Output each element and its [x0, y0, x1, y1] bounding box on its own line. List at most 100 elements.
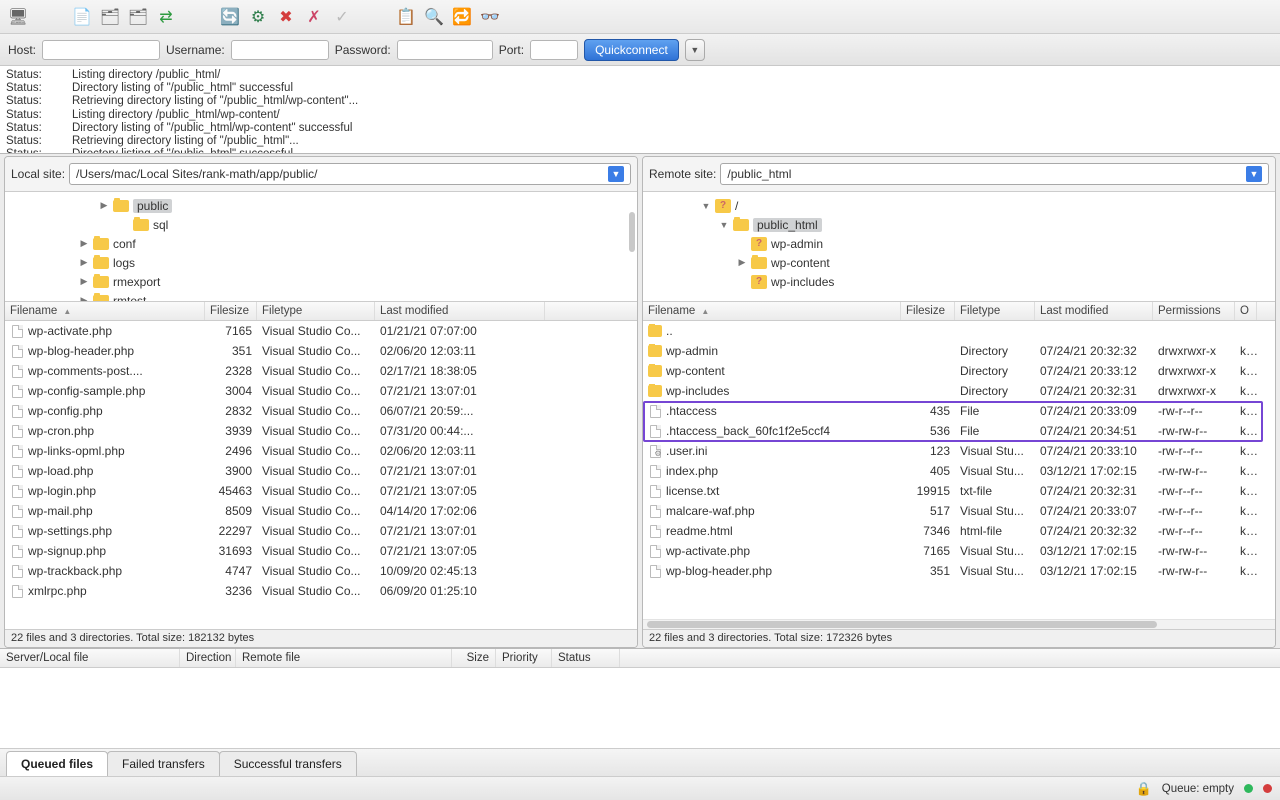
col-filesize[interactable]: Filesize: [901, 302, 955, 320]
tab-failed-transfers[interactable]: Failed transfers: [107, 751, 220, 776]
folder-sync-icon[interactable]: 🔁: [452, 7, 472, 27]
tab-queued-files[interactable]: Queued files: [6, 751, 108, 776]
file-row[interactable]: wp-signup.php31693Visual Studio Co...07/…: [5, 541, 637, 561]
password-input[interactable]: [397, 40, 493, 60]
file-row[interactable]: wp-adminDirectory07/24/21 20:32:32drwxrw…: [643, 341, 1275, 361]
queue-body[interactable]: [0, 668, 1280, 748]
host-input[interactable]: [42, 40, 160, 60]
tree-item[interactable]: ▶rmtest: [5, 291, 637, 302]
file-row[interactable]: wp-activate.php7165Visual Stu...03/12/21…: [643, 541, 1275, 561]
local-file-rows[interactable]: wp-activate.php7165Visual Studio Co...01…: [5, 321, 637, 629]
col-filesize[interactable]: Filesize: [205, 302, 257, 320]
disclosure-triangle-icon[interactable]: ▶: [737, 257, 747, 268]
file-row[interactable]: license.txt19915txt-file07/24/21 20:32:3…: [643, 481, 1275, 501]
disclosure-triangle-icon[interactable]: ▶: [79, 276, 89, 287]
file-row[interactable]: wp-blog-header.php351Visual Stu...03/12/…: [643, 561, 1275, 581]
file-row[interactable]: .htaccess435File07/24/21 20:33:09-rw-r--…: [643, 401, 1275, 421]
file-row[interactable]: wp-activate.php7165Visual Studio Co...01…: [5, 321, 637, 341]
file-row[interactable]: index.php405Visual Stu...03/12/21 17:02:…: [643, 461, 1275, 481]
message-log[interactable]: Status:Listing directory /public_html/St…: [0, 66, 1280, 154]
local-columns[interactable]: Filename Filesize Filetype Last modified: [5, 302, 637, 321]
col-direction[interactable]: Direction: [180, 649, 236, 667]
file-row[interactable]: wp-comments-post....2328Visual Studio Co…: [5, 361, 637, 381]
tree-item[interactable]: ?wp-includes: [643, 272, 1275, 291]
file-row[interactable]: ..: [643, 321, 1275, 341]
tree-item[interactable]: ▶wp-content: [643, 253, 1275, 272]
tree-item[interactable]: ▶public: [5, 196, 637, 215]
disclosure-triangle-icon[interactable]: ▶: [79, 295, 89, 302]
tree-item[interactable]: ▶conf: [5, 234, 637, 253]
find-remote-icon[interactable]: 👓: [480, 7, 500, 27]
col-owner[interactable]: O: [1235, 302, 1257, 320]
remote-file-rows[interactable]: ..wp-adminDirectory07/24/21 20:32:32drwx…: [643, 321, 1275, 619]
file-row[interactable]: wp-config-sample.php3004Visual Studio Co…: [5, 381, 637, 401]
file-row[interactable]: .htaccess_back_60fc1f2e5ccf4536File07/24…: [643, 421, 1275, 441]
lock-icon[interactable]: 🔒: [1136, 781, 1152, 797]
file-filter-icon[interactable]: 📋: [396, 7, 416, 27]
port-input[interactable]: [530, 40, 578, 60]
tree-item[interactable]: ?wp-admin: [643, 234, 1275, 253]
toggle-queue-icon[interactable]: ⇄: [156, 7, 176, 27]
process-queue-icon[interactable]: ⚙: [248, 7, 268, 27]
toggle-tree-local-icon[interactable]: 🗂: [100, 7, 120, 27]
tree-item[interactable]: sql: [5, 215, 637, 234]
reconnect-icon[interactable]: ✓: [332, 7, 352, 27]
file-row[interactable]: readme.html7346html-file07/24/21 20:32:3…: [643, 521, 1275, 541]
remote-columns[interactable]: Filename Filesize Filetype Last modified…: [643, 302, 1275, 321]
col-server[interactable]: Server/Local file: [0, 649, 180, 667]
col-permissions[interactable]: Permissions: [1153, 302, 1235, 320]
disclosure-triangle-icon[interactable]: ▼: [701, 201, 711, 211]
disclosure-triangle-icon[interactable]: ▶: [99, 200, 109, 211]
remote-path-dropdown[interactable]: /public_html ▼: [720, 163, 1269, 185]
tree-item[interactable]: ▶logs: [5, 253, 637, 272]
disclosure-triangle-icon[interactable]: ▶: [79, 257, 89, 268]
file-row[interactable]: malcare-waf.php517Visual Stu...07/24/21 …: [643, 501, 1275, 521]
disconnect-icon[interactable]: ✗: [304, 7, 324, 27]
local-path-dropdown[interactable]: /Users/mac/Local Sites/rank-math/app/pub…: [69, 163, 631, 185]
toggle-log-icon[interactable]: 📄: [72, 7, 92, 27]
col-lastmod[interactable]: Last modified: [1035, 302, 1153, 320]
file-row[interactable]: wp-trackback.php4747Visual Studio Co...1…: [5, 561, 637, 581]
refresh-icon[interactable]: 🔄: [220, 7, 240, 27]
file-row[interactable]: wp-mail.php8509Visual Studio Co...04/14/…: [5, 501, 637, 521]
tree-item[interactable]: ▶rmexport: [5, 272, 637, 291]
tree-item[interactable]: ▼public_html: [643, 215, 1275, 234]
quickconnect-history-dropdown[interactable]: ▼: [685, 39, 705, 61]
file-row[interactable]: wp-blog-header.php351Visual Studio Co...…: [5, 341, 637, 361]
tree-item[interactable]: ▼?/: [643, 196, 1275, 215]
col-filename[interactable]: Filename: [5, 302, 205, 320]
tab-successful-transfers[interactable]: Successful transfers: [219, 751, 357, 776]
username-input[interactable]: [231, 40, 329, 60]
col-lastmod[interactable]: Last modified: [375, 302, 545, 320]
file-row[interactable]: wp-cron.php3939Visual Studio Co...07/31/…: [5, 421, 637, 441]
disclosure-triangle-icon[interactable]: ▶: [79, 238, 89, 249]
file-row[interactable]: wp-config.php2832Visual Studio Co...06/0…: [5, 401, 637, 421]
queue-columns[interactable]: Server/Local file Direction Remote file …: [0, 649, 1280, 668]
col-filename[interactable]: Filename: [643, 302, 901, 320]
col-status[interactable]: Status: [552, 649, 620, 667]
horizontal-scrollbar[interactable]: [643, 619, 1275, 629]
file-row[interactable]: wp-includesDirectory07/24/21 20:32:31drw…: [643, 381, 1275, 401]
file-row[interactable]: wp-load.php3900Visual Studio Co...07/21/…: [5, 461, 637, 481]
site-manager-icon[interactable]: 🖥: [8, 7, 28, 27]
cancel-icon[interactable]: ✖: [276, 7, 296, 27]
col-size[interactable]: Size: [452, 649, 496, 667]
remote-tree[interactable]: ▼?/▼public_html?wp-admin▶wp-content?wp-i…: [643, 192, 1275, 302]
file-row[interactable]: xmlrpc.php3236Visual Studio Co...06/09/2…: [5, 581, 637, 601]
disclosure-triangle-icon[interactable]: ▼: [719, 220, 729, 230]
file-row[interactable]: wp-login.php45463Visual Studio Co...07/2…: [5, 481, 637, 501]
file-row[interactable]: wp-links-opml.php2496Visual Studio Co...…: [5, 441, 637, 461]
col-filetype[interactable]: Filetype: [257, 302, 375, 320]
col-remote-file[interactable]: Remote file: [236, 649, 452, 667]
file-row[interactable]: wp-contentDirectory07/24/21 20:33:12drwx…: [643, 361, 1275, 381]
file-row[interactable]: wp-settings.php22297Visual Studio Co...0…: [5, 521, 637, 541]
col-filetype[interactable]: Filetype: [955, 302, 1035, 320]
file-row[interactable]: .user.ini123Visual Stu...07/24/21 20:33:…: [643, 441, 1275, 461]
quickconnect-button[interactable]: Quickconnect: [584, 39, 679, 61]
local-tree[interactable]: ▶publicsql▶conf▶logs▶rmexport▶rmtest: [5, 192, 637, 302]
scrollbar-thumb[interactable]: [629, 212, 635, 252]
toggle-tree-remote-icon[interactable]: 🗂: [128, 7, 148, 27]
col-priority[interactable]: Priority: [496, 649, 552, 667]
scrollbar-thumb[interactable]: [647, 621, 1157, 628]
search-icon[interactable]: 🔍: [424, 7, 444, 27]
